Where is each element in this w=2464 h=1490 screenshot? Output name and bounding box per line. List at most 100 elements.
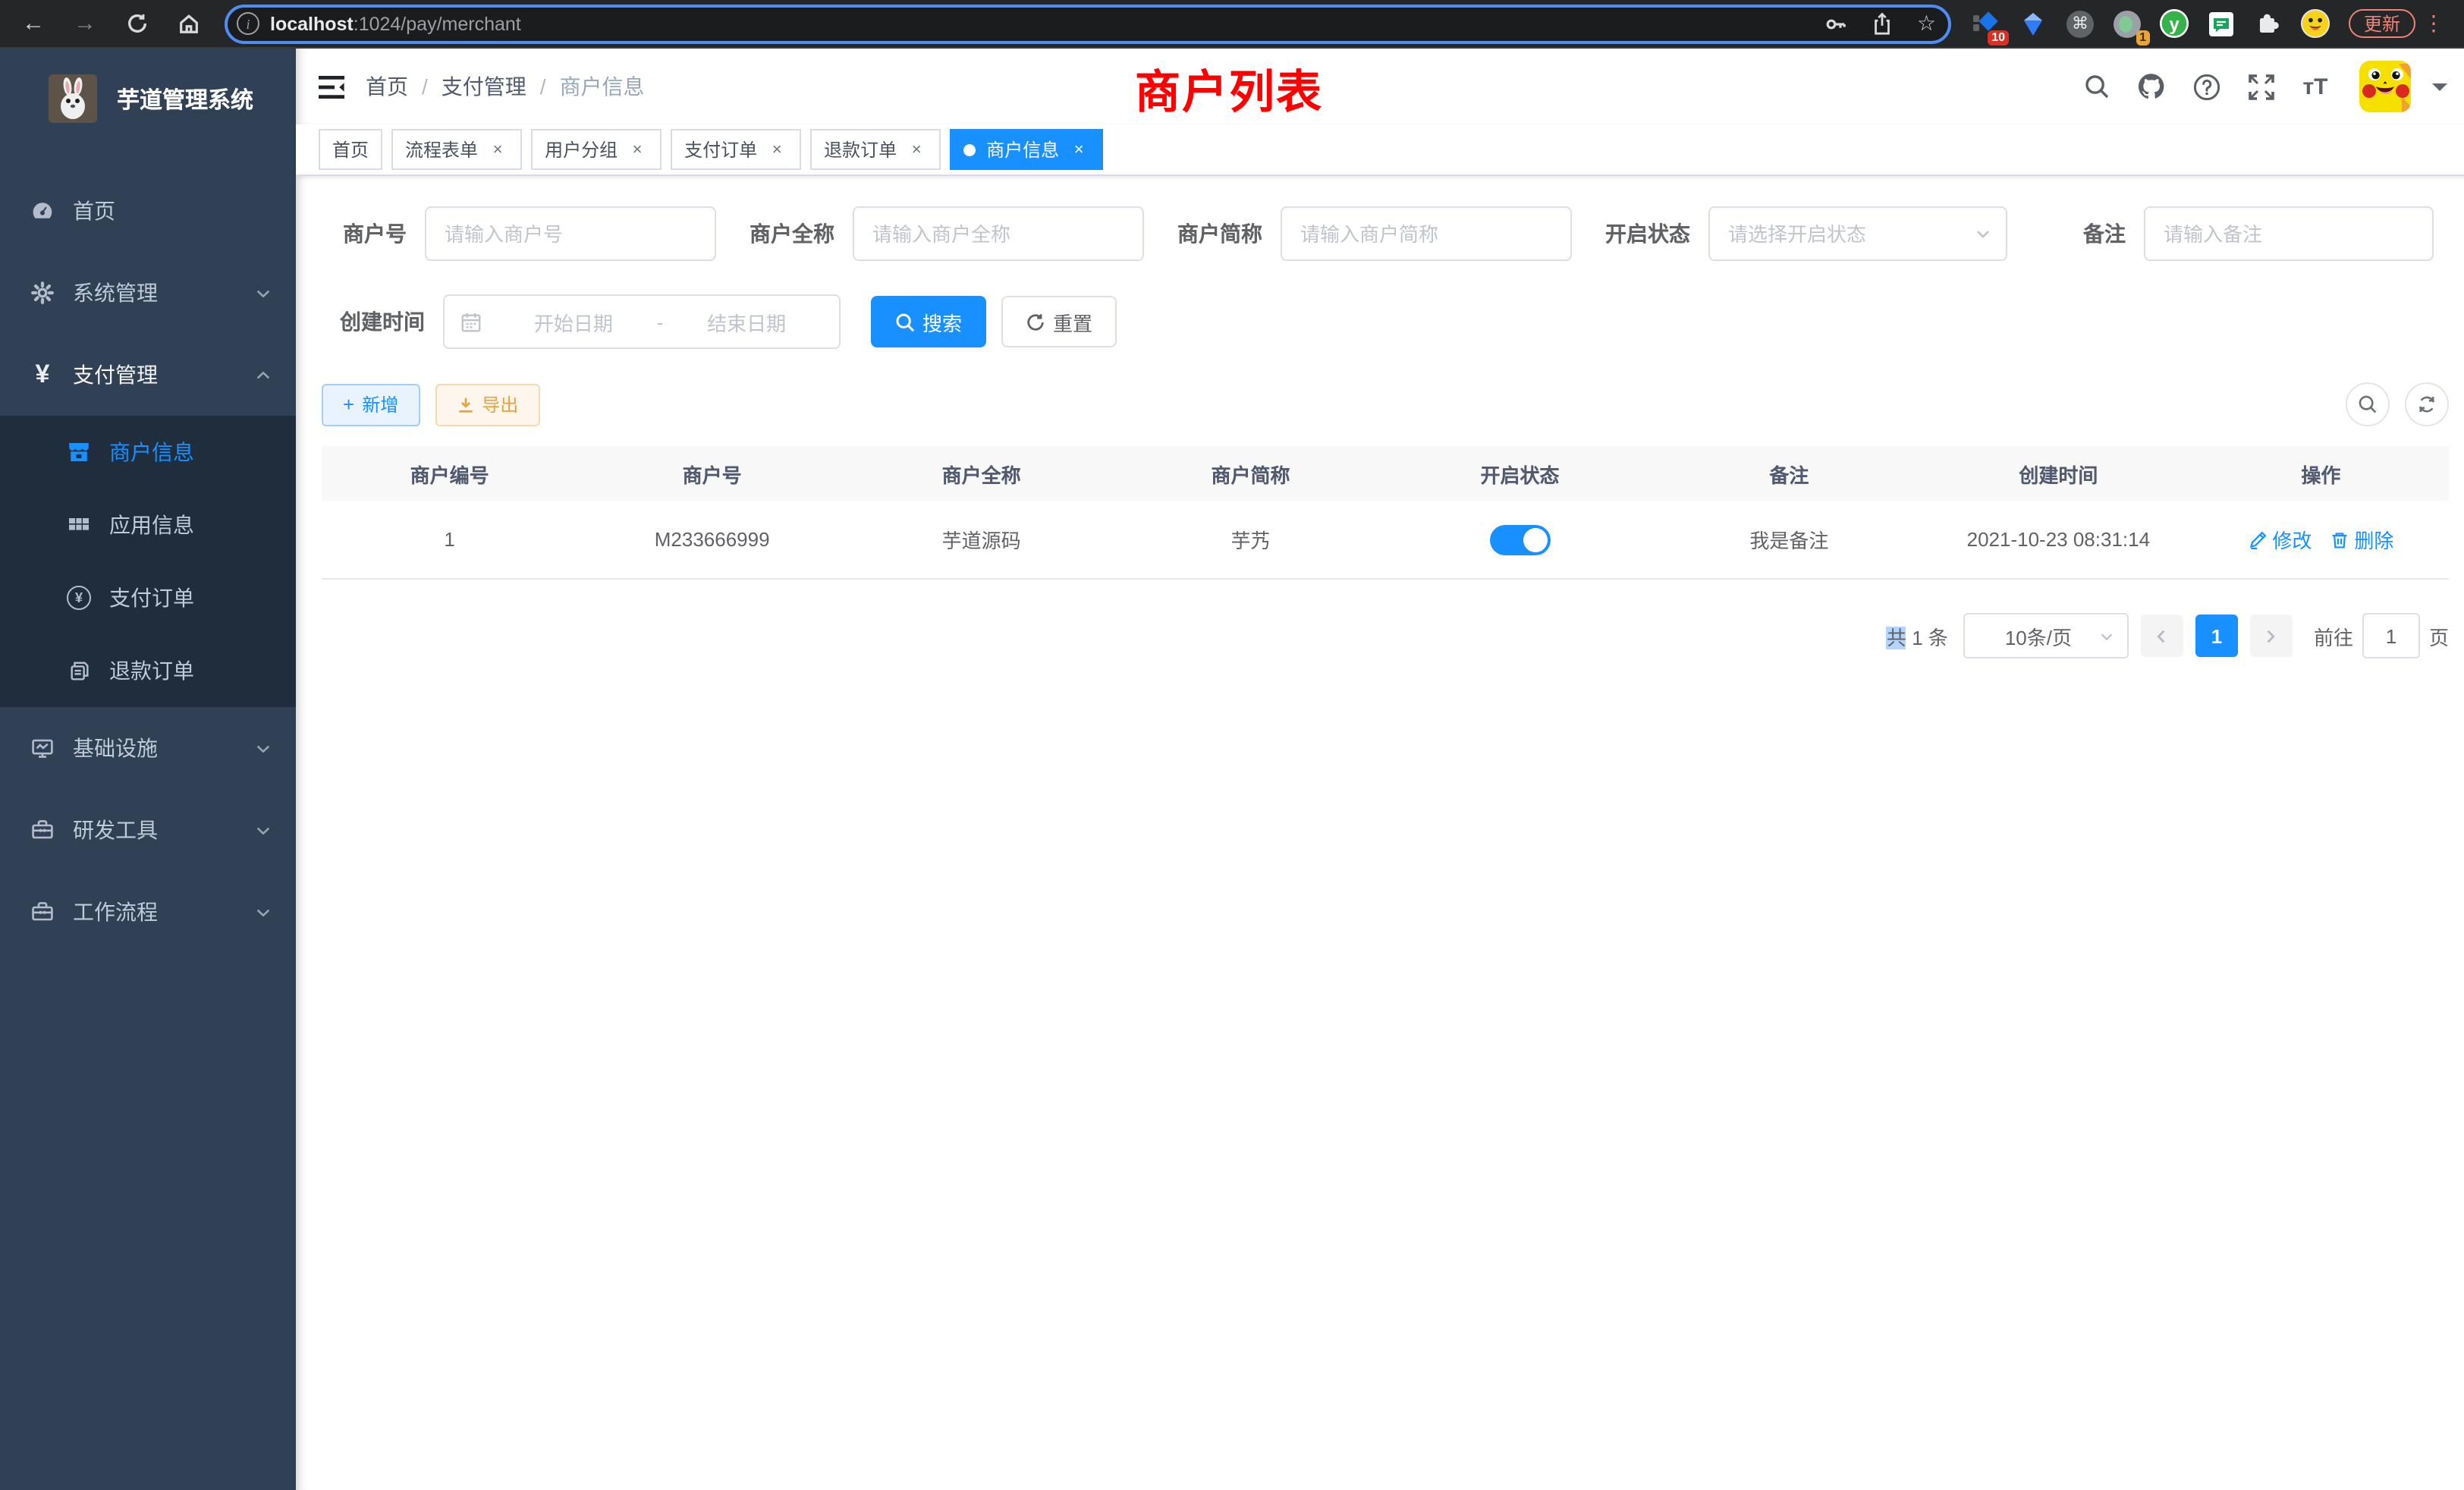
tab-label: 商户信息	[986, 137, 1059, 162]
sidebar-item-infrastructure[interactable]: 基础设施	[0, 707, 296, 789]
sidebar-item-payment[interactable]: ¥ 支付管理	[0, 334, 296, 416]
sidebar-item-pay-order[interactable]: ¥ 支付订单	[0, 561, 296, 634]
field-status: 开启状态	[1587, 206, 2007, 261]
sidebar-item-label: 系统管理	[73, 278, 253, 308]
extension-chat-icon[interactable]	[2206, 8, 2236, 39]
browser-reload-icon[interactable]	[121, 8, 152, 39]
next-page-button[interactable]	[2250, 615, 2293, 657]
sidebar-item-home[interactable]: 首页	[0, 170, 296, 252]
add-button[interactable]: + 新增	[322, 383, 420, 426]
close-icon[interactable]: ×	[487, 139, 508, 160]
avatar-caret-icon[interactable]	[2432, 83, 2447, 99]
search-icon[interactable]	[2077, 67, 2117, 106]
user-avatar[interactable]	[2359, 61, 2411, 112]
start-date-placeholder[interactable]: 开始日期	[496, 307, 651, 336]
sidebar-item-workflow[interactable]: 工作流程	[0, 871, 296, 953]
font-size-icon[interactable]: тT	[2296, 67, 2335, 106]
status-toggle[interactable]	[1489, 524, 1550, 555]
help-icon[interactable]	[2186, 67, 2226, 106]
chevron-down-icon	[253, 284, 272, 302]
app-logo-row[interactable]: 芋道管理系统	[0, 49, 296, 149]
date-range-picker[interactable]: 开始日期 - 结束日期	[443, 294, 841, 349]
extension-command-icon[interactable]: ⌘	[2065, 8, 2095, 39]
field-merchant-full-name: 商户全称	[731, 206, 1144, 261]
refresh-table-icon[interactable]	[2405, 382, 2449, 426]
command-glyph: ⌘	[2072, 14, 2088, 33]
extension-gem-icon[interactable]	[2018, 8, 2048, 39]
password-key-icon[interactable]	[1824, 11, 1849, 36]
sidebar-item-system[interactable]: 系统管理	[0, 252, 296, 334]
sidebar-menu: 首页 系统管理 ¥ 支付管理	[0, 170, 296, 953]
profile-smiley-avatar[interactable]	[2300, 8, 2330, 39]
edit-link[interactable]: 修改	[2248, 525, 2312, 554]
share-icon[interactable]	[1872, 11, 1894, 36]
breadcrumb-payment[interactable]: 支付管理	[442, 71, 526, 102]
fullscreen-icon[interactable]	[2241, 67, 2280, 106]
url-host: localhost	[270, 13, 354, 34]
end-date-placeholder[interactable]: 结束日期	[669, 307, 824, 336]
pagination: 共 1 条 10条/页 1 前往	[322, 613, 2449, 659]
extensions-puzzle-icon[interactable]	[2253, 8, 2283, 39]
browser-forward-icon[interactable]: →	[70, 8, 100, 39]
sidebar-item-merchant-info[interactable]: 商户信息	[0, 416, 296, 489]
tab-home[interactable]: 首页	[319, 129, 382, 170]
tab-label: 流程表单	[405, 137, 478, 162]
bookmark-star-icon[interactable]: ☆	[1917, 11, 1936, 36]
table-row: 1 M233666999 芋道源码 芋艿 我是备注 2021-10-23 08:…	[322, 501, 2449, 580]
site-info-icon[interactable]: i	[237, 12, 259, 35]
sidebar-item-refund-order[interactable]: 退款订单	[0, 634, 296, 707]
field-label: 商户号	[322, 218, 425, 249]
extension-recorder-icon[interactable]: 1	[2112, 8, 2142, 39]
url-bar[interactable]: i localhost:1024/pay/merchant ☆	[225, 4, 1951, 43]
extension-y-icon[interactable]: y	[2159, 8, 2189, 39]
browser-back-icon[interactable]: ←	[18, 8, 49, 39]
browser-home-icon[interactable]	[173, 8, 203, 39]
status-select[interactable]	[1708, 206, 2007, 261]
github-icon[interactable]	[2132, 67, 2171, 106]
current-page-button[interactable]: 1	[2195, 615, 2238, 657]
monitor-chart-icon	[30, 736, 55, 760]
page-size-select[interactable]: 10条/页	[1963, 613, 2129, 659]
goto-page-input[interactable]	[2362, 613, 2420, 659]
merchant-short-name-input[interactable]	[1282, 208, 1570, 259]
sidebar-collapse-icon[interactable]	[296, 49, 366, 124]
delete-link[interactable]: 删除	[2330, 525, 2393, 554]
export-button[interactable]: 导出	[435, 383, 539, 426]
merchant-no-input[interactable]	[426, 208, 715, 259]
total-prefix: 共	[1887, 626, 1906, 649]
browser-update-button[interactable]: 更新	[2349, 9, 2415, 38]
tab-pay-order[interactable]: 支付订单×	[671, 129, 801, 170]
edit-label: 修改	[2272, 525, 2312, 554]
reset-button[interactable]: 重置	[1001, 296, 1117, 347]
reset-button-label: 重置	[1053, 307, 1092, 336]
col-header: 开启状态	[1385, 459, 1655, 488]
extension-diamond-icon[interactable]: 10	[1971, 8, 2001, 39]
date-separator: -	[651, 310, 670, 333]
cell-actions: 修改 删除	[2193, 525, 2449, 554]
breadcrumb-home[interactable]: 首页	[366, 71, 408, 102]
remark-input[interactable]	[2145, 208, 2432, 259]
col-header: 商户号	[577, 459, 847, 488]
field-label: 开启状态	[1587, 218, 1708, 249]
tab-merchant-info[interactable]: 商户信息 ×	[950, 129, 1103, 170]
sidebar-item-app-info[interactable]: 应用信息	[0, 489, 296, 561]
tab-refund-order[interactable]: 退款订单×	[810, 129, 941, 170]
tab-user-group[interactable]: 用户分组×	[531, 129, 662, 170]
close-icon[interactable]: ×	[766, 139, 787, 160]
close-icon[interactable]: ×	[627, 139, 648, 160]
plus-icon: +	[343, 393, 354, 416]
toggle-search-icon[interactable]	[2346, 382, 2390, 426]
browser-menu-icon[interactable]: ⋮	[2425, 11, 2443, 36]
close-icon[interactable]: ×	[906, 139, 927, 160]
chevron-down-icon	[253, 821, 272, 839]
chevron-down-icon	[2098, 627, 2117, 645]
sidebar-item-dev-tools[interactable]: 研发工具	[0, 789, 296, 871]
close-icon[interactable]: ×	[1068, 139, 1089, 160]
prev-page-button[interactable]	[2141, 615, 2183, 657]
status-select-input[interactable]	[1710, 208, 2006, 259]
cell-created-at: 2021-10-23 08:31:14	[1924, 528, 2193, 551]
tab-process-form[interactable]: 流程表单 ×	[391, 129, 522, 170]
merchant-full-name-input[interactable]	[854, 208, 1142, 259]
search-button[interactable]: 搜索	[871, 296, 986, 347]
breadcrumb: 首页 / 支付管理 / 商户信息	[366, 71, 645, 102]
